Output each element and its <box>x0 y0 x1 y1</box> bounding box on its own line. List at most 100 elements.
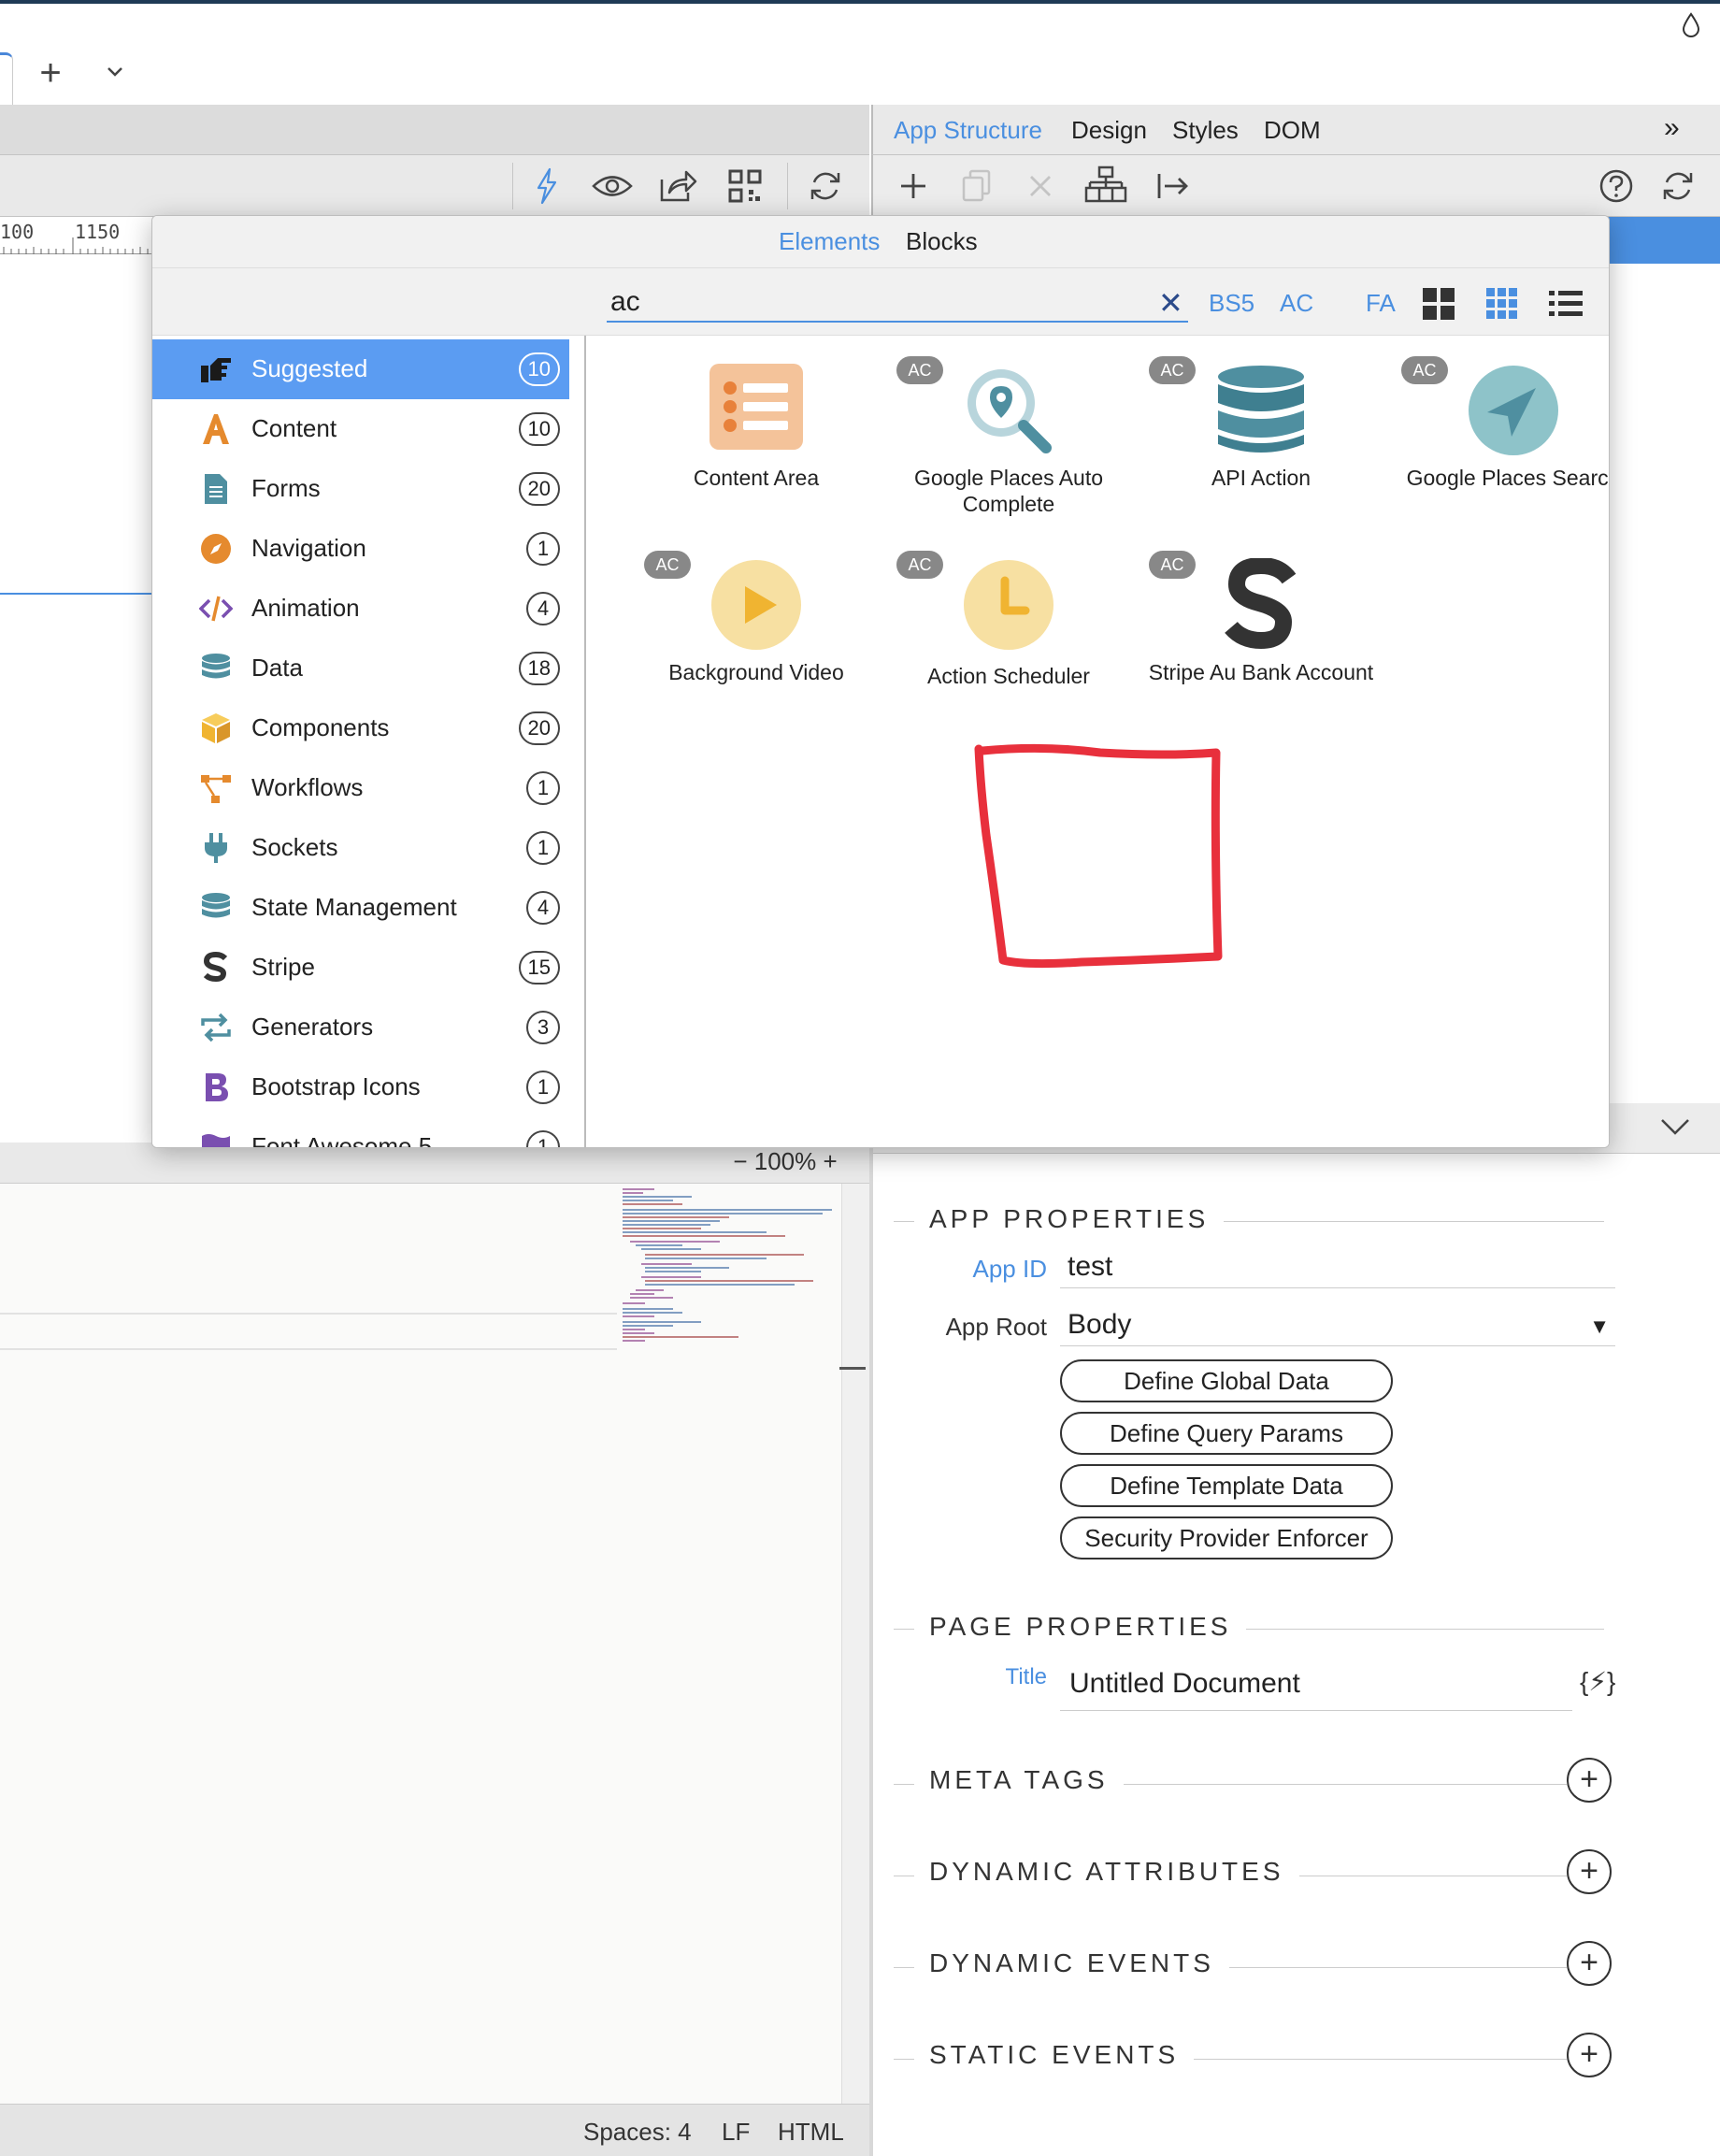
add-icon[interactable] <box>892 165 935 208</box>
list-view-icon[interactable] <box>1547 285 1584 323</box>
category-stripe[interactable]: Stripe 15 <box>152 938 569 998</box>
zoom-control[interactable]: − 100% + <box>720 1143 851 1180</box>
define-query-params-button[interactable]: Define Query Params <box>1060 1412 1393 1455</box>
element-tile-action-scheduler[interactable]: AC Action Scheduler <box>896 539 1121 726</box>
element-tile-label: API Action <box>1211 466 1312 490</box>
category-state-management[interactable]: State Management 4 <box>152 878 569 938</box>
export-arrow-icon[interactable] <box>1152 165 1195 208</box>
category-count: 4 <box>526 891 560 925</box>
refresh-icon[interactable] <box>804 165 847 208</box>
element-tile-label: Stripe Au Bank Account <box>1148 660 1374 684</box>
app-id-field[interactable]: test <box>1060 1247 1615 1288</box>
element-tile-background-video[interactable]: AC Background Video <box>644 539 868 726</box>
add-static-event-button[interactable]: + <box>1567 2033 1612 2077</box>
element-tile-label: Background Video <box>668 660 844 684</box>
large-grid-view-icon[interactable] <box>1420 285 1457 323</box>
security-provider-enforcer-button[interactable]: Security Provider Enforcer <box>1060 1516 1393 1560</box>
filter-ac[interactable]: AC <box>1280 289 1313 318</box>
category-workflows[interactable]: Workflows 1 <box>152 758 569 818</box>
tab-app-structure[interactable]: App Structure <box>894 116 1042 145</box>
small-grid-view-icon[interactable] <box>1484 285 1521 323</box>
tab-list-button[interactable] <box>101 58 129 86</box>
category-animation[interactable]: Animation 4 <box>152 579 569 639</box>
dynamic-binding-icon[interactable]: {⚡} <box>1580 1666 1615 1697</box>
element-search-input[interactable] <box>607 283 1188 323</box>
canvas-header-bar <box>0 105 869 155</box>
define-global-data-button[interactable]: Define Global Data <box>1060 1359 1393 1402</box>
ac-badge: AC <box>1149 356 1196 384</box>
page-properties-title: PAGE PROPERTIES <box>914 1612 1247 1642</box>
duplicate-icon[interactable] <box>955 165 998 208</box>
zoom-out-button[interactable]: − <box>733 1147 747 1175</box>
category-font-awesome-5[interactable]: Font Awesome 5 1 <box>152 1117 569 1147</box>
lightning-icon[interactable] <box>525 165 568 208</box>
share-icon[interactable] <box>656 165 699 208</box>
category-bootstrap-icons[interactable]: Bootstrap Icons 1 <box>152 1057 569 1117</box>
editor-scrollbar[interactable] <box>841 1184 869 2104</box>
tab-dom[interactable]: DOM <box>1264 116 1321 145</box>
chevron-down-icon <box>108 67 122 77</box>
zoom-in-button[interactable]: + <box>823 1147 837 1175</box>
ac-badge: AC <box>1401 356 1448 384</box>
element-tile-google-places-search[interactable]: AC Google Places Search <box>1401 345 1609 532</box>
category-components[interactable]: Components 20 <box>152 698 569 758</box>
water-drop-icon[interactable] <box>1679 11 1703 39</box>
repeat-icon <box>201 1013 231 1042</box>
ac-badge: AC <box>1149 551 1196 579</box>
ac-badge: AC <box>644 551 691 579</box>
app-root-select[interactable]: Body ▼ <box>1060 1305 1615 1346</box>
new-tab-button[interactable]: + <box>32 54 69 92</box>
add-meta-tag-button[interactable]: + <box>1567 1758 1612 1803</box>
design-canvas[interactable] <box>0 254 155 1143</box>
expand-panel-icon[interactable]: » <box>1664 112 1680 144</box>
category-navigation[interactable]: Navigation 1 <box>152 519 569 579</box>
category-content[interactable]: Content 10 <box>152 399 569 459</box>
code-minimap[interactable] <box>617 1184 841 1389</box>
compass-icon <box>201 534 231 564</box>
tab-styles[interactable]: Styles <box>1172 116 1239 145</box>
font-icon <box>203 414 229 444</box>
category-suggested[interactable]: Suggested 10 <box>152 339 569 399</box>
filter-bs5[interactable]: BS5 <box>1209 289 1254 318</box>
element-tile-api-action[interactable]: AC API Action <box>1149 345 1373 532</box>
structure-tree-icon[interactable] <box>1084 163 1127 206</box>
add-dynamic-event-button[interactable]: + <box>1567 1941 1612 1986</box>
element-tile-label: Google Places Search <box>1406 466 1610 490</box>
category-forms[interactable]: Forms 20 <box>152 459 569 519</box>
indentation-status[interactable]: Spaces: 4 <box>583 2118 692 2147</box>
tab-design[interactable]: Design <box>1071 116 1147 145</box>
category-sockets[interactable]: Sockets 1 <box>152 818 569 878</box>
tab-blocks[interactable]: Blocks <box>906 227 978 256</box>
language-mode-status[interactable]: HTML <box>778 2118 844 2147</box>
category-label: State Management <box>251 893 457 921</box>
define-template-data-button[interactable]: Define Template Data <box>1060 1464 1393 1507</box>
clear-search-icon[interactable]: ✕ <box>1158 288 1186 318</box>
filter-fa[interactable]: FA <box>1366 289 1396 318</box>
app-id-value: test <box>1068 1251 1113 1282</box>
element-tile-stripe-au-bank-account[interactable]: AC Stripe Au Bank Account <box>1149 539 1373 726</box>
add-dynamic-attribute-button[interactable]: + <box>1567 1849 1612 1894</box>
eye-icon[interactable] <box>591 165 634 208</box>
qr-code-icon[interactable] <box>724 165 767 208</box>
page-title-value: Untitled Document <box>1069 1668 1300 1699</box>
sync-icon[interactable] <box>1656 165 1699 208</box>
category-count: 1 <box>526 831 560 865</box>
tab-elements[interactable]: Elements <box>779 227 880 256</box>
help-icon[interactable] <box>1595 165 1638 208</box>
element-tile-content-area[interactable]: Content Area <box>644 345 868 532</box>
category-list: Suggested 10 Content 10 Forms 20 Navigat… <box>152 336 586 1147</box>
element-tile-google-places-autocomplete[interactable]: AC Google Places Auto Complete <box>896 345 1121 532</box>
category-generators[interactable]: Generators 3 <box>152 998 569 1057</box>
toolbar-separator <box>787 163 788 209</box>
page-title-field[interactable]: Untitled Document <box>1060 1662 1572 1711</box>
category-data[interactable]: Data 18 <box>152 639 569 698</box>
scrollbar-thumb[interactable] <box>839 1367 866 1376</box>
line-ending-status[interactable]: LF <box>722 2118 750 2147</box>
browser-tab[interactable] <box>0 52 13 105</box>
canvas-toolbar <box>0 155 869 217</box>
chevron-down-icon[interactable] <box>1656 1111 1694 1144</box>
zoom-level: 100% <box>753 1147 817 1175</box>
category-label: Bootstrap Icons <box>251 1072 421 1100</box>
delete-icon[interactable] <box>1019 165 1062 208</box>
code-icon <box>199 596 233 622</box>
